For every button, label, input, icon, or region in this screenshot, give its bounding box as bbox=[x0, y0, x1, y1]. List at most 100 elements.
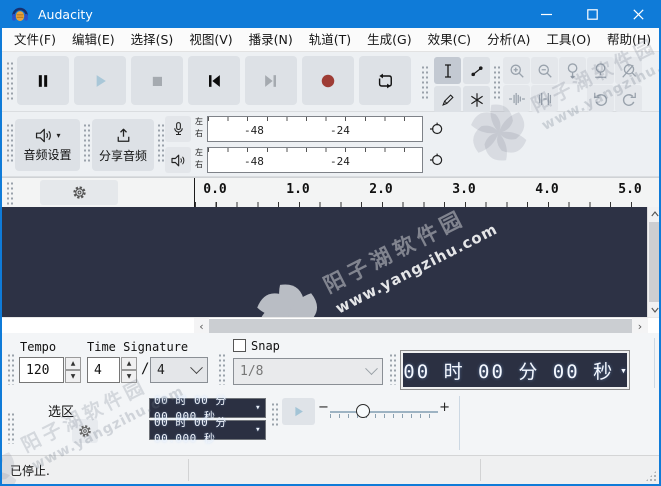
ts-spin-down-icon[interactable]: ▼ bbox=[121, 370, 137, 383]
zoom-out-button[interactable] bbox=[531, 57, 558, 84]
horizontal-scrollbar[interactable]: ‹ › bbox=[2, 317, 659, 334]
time-toolbar-grip[interactable] bbox=[389, 353, 396, 385]
share-audio-button[interactable]: 分享音频 bbox=[92, 119, 154, 171]
maximize-button[interactable] bbox=[569, 0, 615, 28]
vertical-scrollbar-thumb[interactable] bbox=[649, 222, 659, 302]
skip-to-start-button[interactable] bbox=[188, 56, 240, 105]
menu-item-transport[interactable]: 播录(N) bbox=[241, 28, 301, 51]
audio-setup-button[interactable]: ▾ 音频设置 bbox=[15, 119, 80, 171]
tempo-spinner[interactable]: ▲ ▼ bbox=[65, 357, 81, 383]
time-signature-toolbar-grip[interactable] bbox=[7, 353, 14, 385]
menu-item-analyze[interactable]: 分析(A) bbox=[479, 28, 538, 51]
silence-audio-button[interactable] bbox=[531, 85, 558, 112]
play-at-speed-button[interactable] bbox=[282, 398, 315, 425]
envelope-tool-button[interactable] bbox=[463, 57, 490, 84]
record-button[interactable] bbox=[302, 56, 354, 105]
ruler-label-2: 2.0 bbox=[369, 182, 393, 197]
scroll-right-button[interactable]: › bbox=[632, 318, 648, 334]
skip-to-end-button[interactable] bbox=[245, 56, 297, 105]
selection-end-dropdown-icon[interactable]: ▾ bbox=[255, 425, 261, 435]
menu-item-select[interactable]: 选择(S) bbox=[123, 28, 182, 51]
playback-speaker-button[interactable] bbox=[165, 147, 191, 173]
tempo-spin-down-icon[interactable]: ▼ bbox=[65, 370, 81, 383]
ts-spin-up-icon[interactable]: ▲ bbox=[121, 357, 137, 370]
playback-meter[interactable]: 左 右 -48 -24 bbox=[165, 146, 445, 175]
menu-item-help[interactable]: 帮助(H) bbox=[599, 28, 659, 51]
time-format-dropdown-icon[interactable]: ▾ bbox=[620, 364, 627, 377]
playback-speed-slider[interactable]: − + bbox=[318, 398, 450, 425]
time-signature-lower-dropdown[interactable]: 4 bbox=[150, 357, 208, 383]
fit-project-button[interactable] bbox=[587, 57, 614, 84]
trim-audio-button[interactable] bbox=[503, 85, 530, 112]
zoom-in-button[interactable] bbox=[503, 57, 530, 84]
menu-item-edit[interactable]: 编辑(E) bbox=[64, 28, 123, 51]
edit-toolbar-grip[interactable] bbox=[493, 65, 500, 101]
share-upload-icon bbox=[117, 128, 129, 142]
menu-item-tracks[interactable]: 轨道(T) bbox=[301, 28, 359, 51]
loop-button[interactable] bbox=[359, 56, 411, 105]
recording-meter[interactable]: 左 右 -48 -24 bbox=[165, 115, 445, 144]
undo-button[interactable] bbox=[587, 85, 614, 112]
close-button[interactable] bbox=[615, 0, 659, 28]
play-at-speed-grip[interactable] bbox=[271, 402, 278, 426]
selection-tool-button[interactable] bbox=[434, 57, 461, 84]
microphone-icon bbox=[173, 121, 183, 135]
microphone-button[interactable] bbox=[165, 116, 191, 142]
share-audio-grip[interactable] bbox=[83, 123, 90, 163]
status-divider bbox=[188, 459, 189, 481]
timeline-grip[interactable] bbox=[6, 181, 13, 205]
snap-toolbar-grip[interactable] bbox=[218, 353, 225, 385]
menu-item-effect[interactable]: 效果(C) bbox=[420, 28, 479, 51]
slider-track[interactable] bbox=[330, 411, 438, 413]
playback-meter-bar[interactable]: -48 -24 bbox=[207, 147, 423, 173]
scroll-up-icon[interactable] bbox=[651, 211, 659, 217]
tempo-spin-up-icon[interactable]: ▲ bbox=[65, 357, 81, 370]
tools-toolbar-grip[interactable] bbox=[421, 65, 428, 101]
window-resize-grip[interactable] bbox=[645, 470, 657, 482]
audio-setup-grip[interactable] bbox=[6, 123, 13, 163]
tempo-input[interactable]: 120 bbox=[19, 357, 64, 383]
menu-item-file[interactable]: 文件(F) bbox=[6, 28, 64, 51]
meter-toolbar-grip[interactable] bbox=[157, 123, 164, 163]
selection-toolbar-grip[interactable] bbox=[7, 412, 14, 444]
scroll-down-icon[interactable] bbox=[651, 307, 659, 313]
trim-audio-icon bbox=[508, 92, 525, 105]
status-divider bbox=[480, 459, 481, 481]
scroll-left-button[interactable]: ‹ bbox=[194, 318, 209, 334]
zoom-to-selection-button[interactable] bbox=[559, 57, 586, 84]
timeline-options-button[interactable] bbox=[40, 180, 118, 205]
menu-item-generate[interactable]: 生成(G) bbox=[359, 28, 419, 51]
transport-toolbar-grip[interactable] bbox=[6, 61, 13, 101]
snap-mode-dropdown[interactable]: 1/8 bbox=[233, 358, 383, 385]
watermark-text-url: www.yangzihu.com bbox=[332, 219, 501, 317]
pause-button[interactable] bbox=[17, 56, 69, 105]
stop-button[interactable] bbox=[131, 56, 183, 105]
vertical-scrollbar[interactable] bbox=[647, 207, 659, 317]
toolbar-divider bbox=[654, 338, 655, 388]
time-signature-upper-input[interactable]: 4 bbox=[87, 357, 120, 383]
snap-checkbox[interactable] bbox=[233, 339, 246, 352]
multi-tool-button[interactable] bbox=[463, 86, 490, 113]
play-button[interactable] bbox=[74, 56, 126, 105]
track-area[interactable]: 阳子湖软件园 www.yangzihu.com bbox=[2, 207, 647, 317]
recording-meter-bar[interactable]: -48 -24 bbox=[207, 116, 423, 142]
maximize-icon bbox=[586, 8, 598, 20]
audio-setup-label: 音频设置 bbox=[23, 148, 72, 162]
selection-end-field[interactable]: 00 时 00 分 00.000 秒 ▾ bbox=[149, 416, 266, 445]
menu-item-view[interactable]: 视图(V) bbox=[181, 28, 240, 51]
time-signature-spinner[interactable]: ▲ ▼ bbox=[121, 357, 137, 383]
title-bar[interactable]: Audacity bbox=[2, 0, 659, 28]
selection-start-dropdown-icon[interactable]: ▾ bbox=[255, 403, 261, 413]
draw-tool-button[interactable] bbox=[434, 86, 461, 113]
redo-button[interactable] bbox=[615, 85, 642, 112]
zoom-out-icon bbox=[538, 64, 552, 78]
zoom-toggle-button[interactable] bbox=[615, 57, 642, 84]
timeline-ruler[interactable]: 0.0 1.0 2.0 3.0 4.0 5.0 bbox=[2, 177, 659, 208]
selection-options-button[interactable] bbox=[72, 419, 98, 443]
minimize-button[interactable] bbox=[523, 0, 569, 28]
slider-thumb[interactable] bbox=[356, 404, 370, 418]
horizontal-scrollbar-thumb[interactable] bbox=[209, 319, 632, 333]
menu-item-tools[interactable]: 工具(O) bbox=[538, 28, 599, 51]
stop-icon bbox=[152, 76, 162, 86]
audio-position-display[interactable]: 00 时 00 分 00 秒 ▾ bbox=[400, 350, 630, 390]
